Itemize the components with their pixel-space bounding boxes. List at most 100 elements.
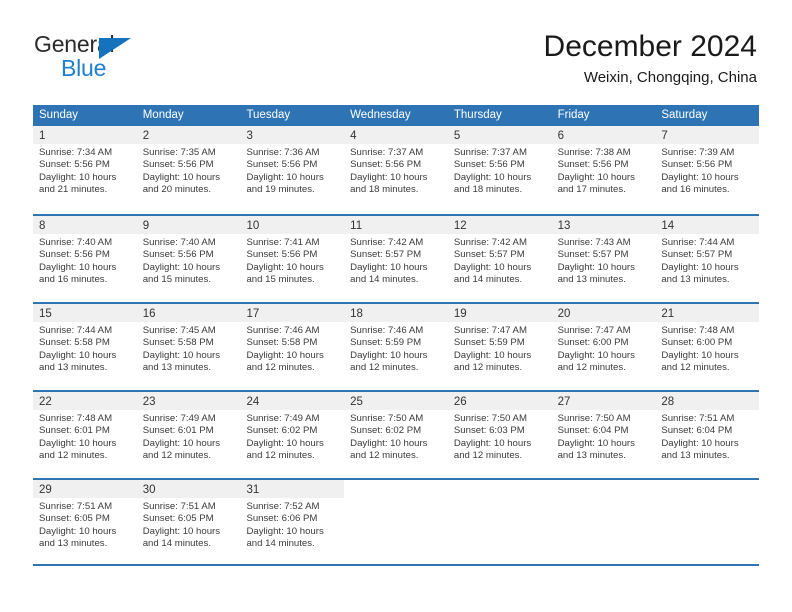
day-cell-29[interactable]: 29 Sunrise: 7:51 AM Sunset: 6:05 PM Dayligh… (33, 480, 137, 564)
day-cell-11[interactable]: 11 Sunrise: 7:42 AM Sunset: 5:57 PM Dayligh… (344, 216, 448, 302)
day-number-band: 27 (551, 392, 656, 410)
day-info-line: and 15 minutes. (246, 274, 315, 286)
day-cell-3[interactable]: 3 Sunrise: 7:36 AM Sunset: 5:56 PM Daylight… (240, 126, 345, 214)
day-info-line: Daylight: 10 hours (453, 437, 532, 449)
day-info-line: Sunrise: 7:43 AM (557, 237, 631, 248)
day-info-line: Sunrise: 7:51 AM (39, 501, 113, 512)
day-info-line: Daylight: 10 hours (142, 437, 221, 449)
page-subtitle: Weixin, Chongqing, China (583, 68, 757, 86)
day-info-line: Sunset: 6:00 PM (661, 337, 733, 349)
weekday-header-friday: Friday (557, 109, 590, 121)
day-cell-7[interactable]: 7 Sunrise: 7:39 AM Sunset: 5:56 PM Daylight… (655, 126, 760, 214)
day-number-band (447, 480, 552, 498)
day-info-line: Sunrise: 7:51 AM (661, 413, 735, 424)
day-info-line: Daylight: 10 hours (246, 261, 324, 273)
day-sun-info: Sunrise: 7:50 AM Sunset: 6:02 PM Daylight:… (344, 410, 448, 463)
day-sun-info: Sunrise: 7:34 AM Sunset: 5:56 PM Daylight:… (33, 144, 137, 197)
general-blue-logo[interactable]: General Blue (34, 33, 274, 89)
day-number-band: 21 (655, 304, 760, 322)
day-info-line: Daylight: 10 hours (142, 261, 221, 273)
day-cell-14[interactable]: 14 Sunrise: 7:44 AM Sunset: 5:57 PM Dayligh… (655, 216, 760, 302)
day-info-line: Daylight: 10 hours (39, 437, 117, 449)
day-number: 19 (453, 308, 467, 320)
day-cell-2[interactable]: 2 Sunrise: 7:35 AM Sunset: 5:56 PM Daylight… (136, 126, 241, 214)
day-cell-10[interactable]: 10 Sunrise: 7:41 AM Sunset: 5:56 PM Dayligh… (240, 216, 345, 302)
day-info-line: and 17 minutes. (557, 184, 626, 196)
day-cell-25[interactable]: 25 Sunrise: 7:50 AM Sunset: 6:02 PM Dayligh… (344, 392, 448, 478)
day-number-band: 8 (33, 216, 137, 234)
day-info-line: Sunset: 5:59 PM (350, 337, 422, 349)
day-cell-5[interactable]: 5 Sunrise: 7:37 AM Sunset: 5:56 PM Daylight… (447, 126, 552, 214)
day-info-line: Sunrise: 7:51 AM (142, 501, 216, 512)
day-info-line: Daylight: 10 hours (453, 171, 532, 183)
day-sun-info: Sunrise: 7:47 AM Sunset: 6:00 PM Daylight:… (552, 322, 656, 375)
day-info-line: and 16 minutes. (39, 274, 108, 286)
day-info-line: Daylight: 10 hours (557, 437, 635, 449)
day-info-line: Sunset: 5:56 PM (557, 159, 629, 171)
day-info-line: and 12 minutes. (142, 450, 211, 462)
weekday-header-wednesday: Wednesday (350, 109, 411, 121)
day-info-line: Sunrise: 7:35 AM (142, 147, 216, 158)
day-cell-1[interactable]: 1 Sunrise: 7:34 AM Sunset: 5:56 PM Daylight… (33, 126, 137, 214)
day-sun-info (344, 498, 448, 501)
day-cell-15[interactable]: 15 Sunrise: 7:44 AM Sunset: 5:58 PM Dayligh… (33, 304, 137, 390)
day-info-line: Daylight: 10 hours (246, 349, 324, 361)
day-cell-20[interactable]: 20 Sunrise: 7:47 AM Sunset: 6:00 PM Dayligh… (551, 304, 656, 390)
day-info-line: Sunrise: 7:37 AM (350, 147, 424, 158)
day-number-band: 22 (33, 392, 137, 410)
day-cell-16[interactable]: 16 Sunrise: 7:45 AM Sunset: 5:58 PM Dayligh… (136, 304, 241, 390)
day-cell-19[interactable]: 19 Sunrise: 7:47 AM Sunset: 5:59 PM Dayligh… (447, 304, 552, 390)
day-sun-info: Sunrise: 7:47 AM Sunset: 5:59 PM Daylight:… (448, 322, 552, 375)
day-cell-21[interactable]: 21 Sunrise: 7:48 AM Sunset: 6:00 PM Dayligh… (655, 304, 760, 390)
day-info-line: Daylight: 10 hours (142, 171, 221, 183)
day-sun-info: Sunrise: 7:38 AM Sunset: 5:56 PM Daylight:… (552, 144, 656, 197)
day-info-line: Sunrise: 7:46 AM (350, 325, 424, 336)
day-cell-30[interactable]: 30 Sunrise: 7:51 AM Sunset: 6:05 PM Dayligh… (136, 480, 241, 564)
day-info-line: Sunrise: 7:48 AM (661, 325, 735, 336)
day-cell-4[interactable]: 4 Sunrise: 7:37 AM Sunset: 5:56 PM Daylight… (344, 126, 448, 214)
day-info-line: Sunrise: 7:44 AM (661, 237, 735, 248)
day-number: 12 (453, 220, 467, 232)
day-sun-info: Sunrise: 7:51 AM Sunset: 6:05 PM Daylight:… (137, 498, 241, 551)
day-sun-info: Sunrise: 7:49 AM Sunset: 6:02 PM Daylight:… (240, 410, 344, 463)
day-cell-27[interactable]: 27 Sunrise: 7:50 AM Sunset: 6:04 PM Dayligh… (551, 392, 656, 478)
day-info-line: Daylight: 10 hours (350, 171, 428, 183)
day-sun-info: Sunrise: 7:35 AM Sunset: 5:56 PM Daylight:… (137, 144, 241, 197)
day-number: 9 (142, 220, 150, 232)
day-number-band: 17 (240, 304, 345, 322)
day-cell-24[interactable]: 24 Sunrise: 7:49 AM Sunset: 6:02 PM Dayligh… (240, 392, 345, 478)
day-info-line: Sunset: 6:05 PM (142, 513, 214, 525)
day-number-band: 23 (136, 392, 241, 410)
day-number-band: 11 (344, 216, 448, 234)
day-info-line: and 13 minutes. (557, 274, 626, 286)
day-sun-info: Sunrise: 7:51 AM Sunset: 6:04 PM Daylight:… (655, 410, 759, 463)
day-cell-9[interactable]: 9 Sunrise: 7:40 AM Sunset: 5:56 PM Daylight… (136, 216, 241, 302)
day-cell-empty (655, 480, 760, 564)
day-number-band (655, 480, 760, 498)
day-sun-info: Sunrise: 7:42 AM Sunset: 5:57 PM Daylight:… (448, 234, 552, 287)
day-number-band: 13 (551, 216, 656, 234)
day-cell-6[interactable]: 6 Sunrise: 7:38 AM Sunset: 5:56 PM Daylight… (551, 126, 656, 214)
day-cell-28[interactable]: 28 Sunrise: 7:51 AM Sunset: 6:04 PM Dayligh… (655, 392, 760, 478)
day-info-line: and 14 minutes. (350, 274, 419, 286)
day-info-line: Sunset: 6:00 PM (557, 337, 629, 349)
day-info-line: Daylight: 10 hours (350, 349, 428, 361)
day-cell-13[interactable]: 13 Sunrise: 7:43 AM Sunset: 5:57 PM Dayligh… (551, 216, 656, 302)
day-cell-22[interactable]: 22 Sunrise: 7:48 AM Sunset: 6:01 PM Dayligh… (33, 392, 137, 478)
day-number-band: 1 (33, 126, 137, 144)
day-cell-12[interactable]: 12 Sunrise: 7:42 AM Sunset: 5:57 PM Dayligh… (447, 216, 552, 302)
day-sun-info: Sunrise: 7:46 AM Sunset: 5:59 PM Daylight:… (344, 322, 448, 375)
day-cell-23[interactable]: 23 Sunrise: 7:49 AM Sunset: 6:01 PM Dayligh… (136, 392, 241, 478)
day-info-line: Sunset: 6:03 PM (453, 425, 525, 437)
weekday-header-tuesday: Tuesday (246, 109, 291, 121)
day-info-line: Sunset: 6:06 PM (246, 513, 318, 525)
day-info-line: and 12 minutes. (350, 362, 419, 374)
day-number: 6 (557, 130, 564, 142)
day-cell-31[interactable]: 31 Sunrise: 7:52 AM Sunset: 6:06 PM Dayligh… (240, 480, 345, 564)
day-cell-17[interactable]: 17 Sunrise: 7:46 AM Sunset: 5:58 PM Dayligh… (240, 304, 345, 390)
day-cell-26[interactable]: 26 Sunrise: 7:50 AM Sunset: 6:03 PM Dayligh… (447, 392, 552, 478)
day-info-line: Sunrise: 7:41 AM (246, 237, 320, 248)
day-number-band: 31 (240, 480, 345, 498)
day-cell-18[interactable]: 18 Sunrise: 7:46 AM Sunset: 5:59 PM Dayligh… (344, 304, 448, 390)
day-cell-8[interactable]: 8 Sunrise: 7:40 AM Sunset: 5:56 PM Daylight… (33, 216, 137, 302)
